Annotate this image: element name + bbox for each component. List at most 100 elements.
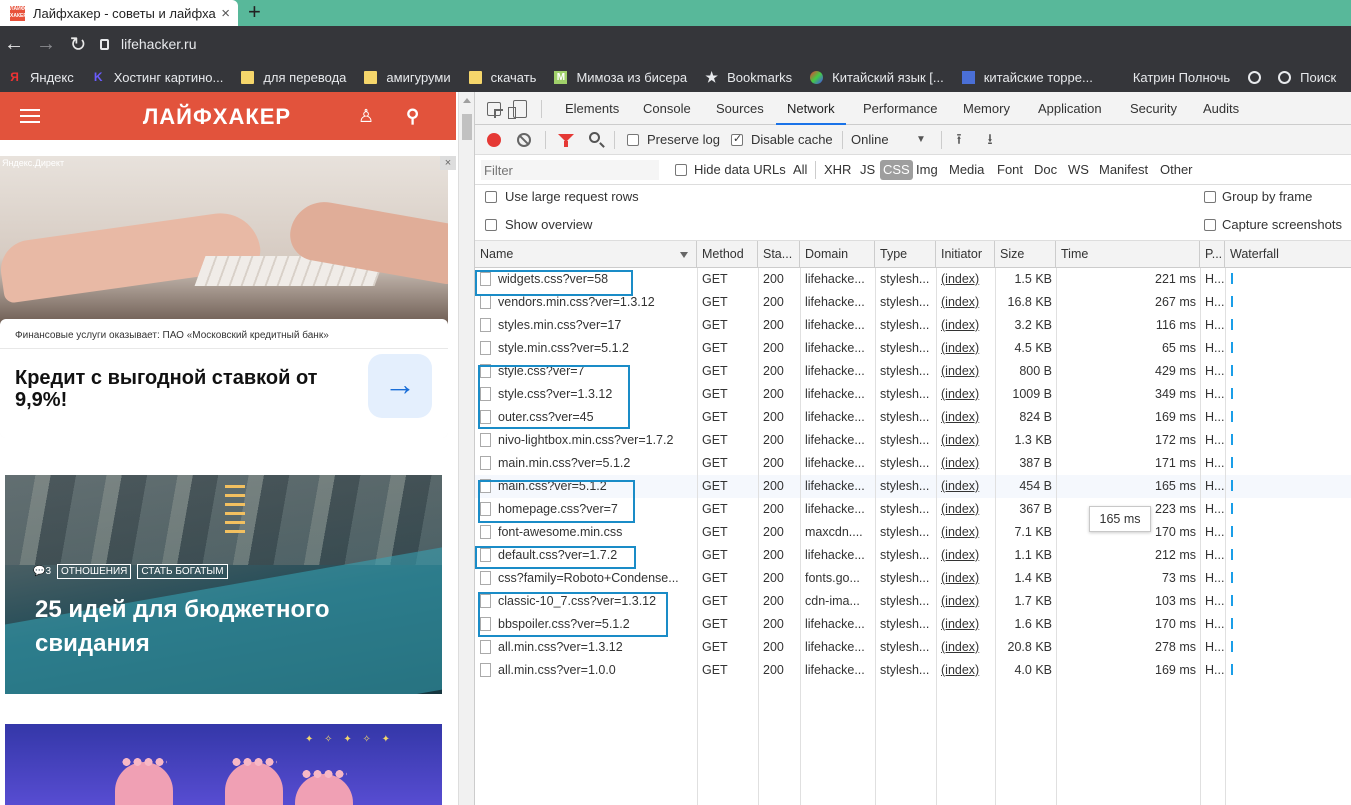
tab-close-icon[interactable]: × xyxy=(221,5,230,22)
bookmark-item[interactable]: для перевода xyxy=(241,70,346,85)
request-initiator-cell[interactable]: (index) xyxy=(936,360,995,383)
bookmark-item[interactable]: Я Яндекс xyxy=(8,70,74,85)
filter-type-font[interactable]: Font xyxy=(997,160,1023,180)
table-row[interactable]: font-awesome.min.css GET 200 maxcdn.... styl… xyxy=(475,521,1351,544)
filter-type-manifest[interactable]: Manifest xyxy=(1099,160,1148,180)
request-name-cell[interactable]: font-awesome.min.css xyxy=(475,521,697,544)
article-tag[interactable]: СТАТЬ БОГАТЫМ xyxy=(137,564,228,579)
ad-close-icon[interactable]: × xyxy=(440,156,456,170)
bookmark-item[interactable]: ★ Bookmarks xyxy=(705,70,792,85)
request-initiator-cell[interactable]: (index) xyxy=(936,567,995,590)
request-name-cell[interactable]: main.min.css?ver=5.1.2 xyxy=(475,452,697,475)
chevron-down-icon[interactable]: ▼ xyxy=(916,125,926,155)
disable-cache-checkbox[interactable] xyxy=(731,132,743,146)
column-status[interactable]: Sta... xyxy=(758,241,800,268)
tab-network[interactable]: Network xyxy=(776,92,846,125)
bookmark-item[interactable]: амигуруми xyxy=(364,70,451,85)
capture-screenshots-checkbox[interactable] xyxy=(1204,219,1216,231)
filter-icon[interactable] xyxy=(558,134,574,147)
device-toolbar-icon[interactable] xyxy=(508,100,527,119)
new-tab-button[interactable]: + xyxy=(248,0,261,26)
tab-elements[interactable]: Elements xyxy=(565,92,619,125)
request-initiator-cell[interactable]: (index) xyxy=(936,636,995,659)
tab-audits[interactable]: Audits xyxy=(1203,92,1239,125)
column-waterfall[interactable]: Waterfall xyxy=(1225,241,1351,268)
filter-type-img[interactable]: Img xyxy=(916,160,938,180)
clear-icon[interactable] xyxy=(517,133,531,147)
export-har-icon[interactable]: ⭳ xyxy=(984,132,996,148)
inspect-element-icon[interactable] xyxy=(487,102,503,118)
table-row[interactable]: css?family=Roboto+Condense... GET 200 fonts… xyxy=(475,567,1351,590)
bookmark-item[interactable]: скачать xyxy=(468,70,536,85)
bookmark-item[interactable]: Поиск xyxy=(1278,70,1336,85)
bookmark-item[interactable]: китайские торре... xyxy=(961,70,1093,85)
request-initiator-cell[interactable]: (index) xyxy=(936,659,995,682)
tab-console[interactable]: Console xyxy=(643,92,691,125)
request-initiator-cell[interactable]: (index) xyxy=(936,268,995,291)
column-name[interactable]: Name xyxy=(475,241,697,268)
request-name-cell[interactable]: css?family=Roboto+Condense... xyxy=(475,567,697,590)
user-icon[interactable]: ♙ xyxy=(358,106,374,127)
article-title[interactable]: 25 идей для бюджетного свидания xyxy=(35,593,415,661)
request-name-cell[interactable]: all.min.css?ver=1.3.12 xyxy=(475,636,697,659)
filter-type-js[interactable]: JS xyxy=(860,160,875,180)
record-icon[interactable] xyxy=(487,133,501,147)
column-type[interactable]: Type xyxy=(875,241,936,268)
forward-button[interactable]: → xyxy=(30,33,62,56)
table-row[interactable]: style.min.css?ver=5.1.2 GET 200 lifehacke..… xyxy=(475,337,1351,360)
filter-type-ws[interactable]: WS xyxy=(1068,160,1089,180)
bookmark-item[interactable]: M Мимоза из бисера xyxy=(554,70,687,85)
tab-sources[interactable]: Sources xyxy=(716,92,764,125)
column-protocol[interactable]: P... xyxy=(1200,241,1225,268)
tab-application[interactable]: Application xyxy=(1038,92,1102,125)
back-button[interactable]: ← xyxy=(0,33,30,56)
filter-input[interactable] xyxy=(481,160,659,180)
article-tag[interactable]: ОТНОШЕНИЯ xyxy=(57,564,132,579)
table-row[interactable]: nivo-lightbox.min.css?ver=1.7.2 GET 200 lif… xyxy=(475,429,1351,452)
request-name-cell[interactable]: styles.min.css?ver=17 xyxy=(475,314,697,337)
import-har-icon[interactable]: ⭱ xyxy=(953,132,965,148)
request-initiator-cell[interactable]: (index) xyxy=(936,406,995,429)
tab-performance[interactable]: Performance xyxy=(863,92,937,125)
table-row[interactable]: main.min.css?ver=5.1.2 GET 200 lifehacke...… xyxy=(475,452,1351,475)
request-initiator-cell[interactable]: (index) xyxy=(936,291,995,314)
filter-type-xhr[interactable]: XHR xyxy=(824,160,851,180)
throttling-select[interactable]: Online xyxy=(851,125,889,155)
browser-tab[interactable]: ЛАЙФ ХАКЕР Лайфхакер - советы и лайфха × xyxy=(0,0,238,26)
show-overview-checkbox[interactable] xyxy=(485,219,497,231)
ad-arrow-button[interactable]: → xyxy=(368,354,432,418)
bookmark-item[interactable]: Катрин Полночь xyxy=(1111,70,1230,85)
preserve-log-checkbox[interactable] xyxy=(627,134,639,146)
filter-type-media[interactable]: Media xyxy=(949,160,984,180)
column-method[interactable]: Method xyxy=(697,241,758,268)
request-name-cell[interactable]: all.min.css?ver=1.0.0 xyxy=(475,659,697,682)
article-card-image[interactable]: ✦ ✧ ✦ ✧ ✦ xyxy=(5,724,442,805)
table-row[interactable]: all.min.css?ver=1.0.0 GET 200 lifehacke... s… xyxy=(475,659,1351,682)
request-name-cell[interactable]: style.min.css?ver=5.1.2 xyxy=(475,337,697,360)
tab-memory[interactable]: Memory xyxy=(963,92,1010,125)
request-initiator-cell[interactable]: (index) xyxy=(936,314,995,337)
request-initiator-cell[interactable]: (index) xyxy=(936,337,995,360)
request-initiator-cell[interactable]: (index) xyxy=(936,521,995,544)
request-initiator-cell[interactable]: (index) xyxy=(936,429,995,452)
table-row[interactable]: all.min.css?ver=1.3.12 GET 200 lifehacke...… xyxy=(475,636,1351,659)
column-size[interactable]: Size xyxy=(995,241,1056,268)
request-initiator-cell[interactable]: (index) xyxy=(936,475,995,498)
reload-button[interactable]: ↻ xyxy=(62,32,94,57)
hide-data-urls-checkbox[interactable] xyxy=(675,164,687,176)
column-time[interactable]: Time xyxy=(1056,241,1200,268)
url-field[interactable]: lifehacker.ru xyxy=(100,36,196,52)
request-initiator-cell[interactable]: (index) xyxy=(936,544,995,567)
request-initiator-cell[interactable]: (index) xyxy=(936,498,995,521)
tab-security[interactable]: Security xyxy=(1130,92,1177,125)
column-domain[interactable]: Domain xyxy=(800,241,875,268)
bookmark-item[interactable]: K Хостинг картино... xyxy=(92,70,223,85)
filter-type-doc[interactable]: Doc xyxy=(1034,160,1057,180)
scroll-up-icon[interactable] xyxy=(463,98,471,103)
request-initiator-cell[interactable]: (index) xyxy=(936,383,995,406)
large-rows-checkbox[interactable] xyxy=(485,191,497,203)
group-by-frame-checkbox[interactable] xyxy=(1204,191,1216,203)
bookmark-item[interactable] xyxy=(1248,70,1270,84)
filter-type-all[interactable]: All xyxy=(793,160,807,180)
request-initiator-cell[interactable]: (index) xyxy=(936,613,995,636)
